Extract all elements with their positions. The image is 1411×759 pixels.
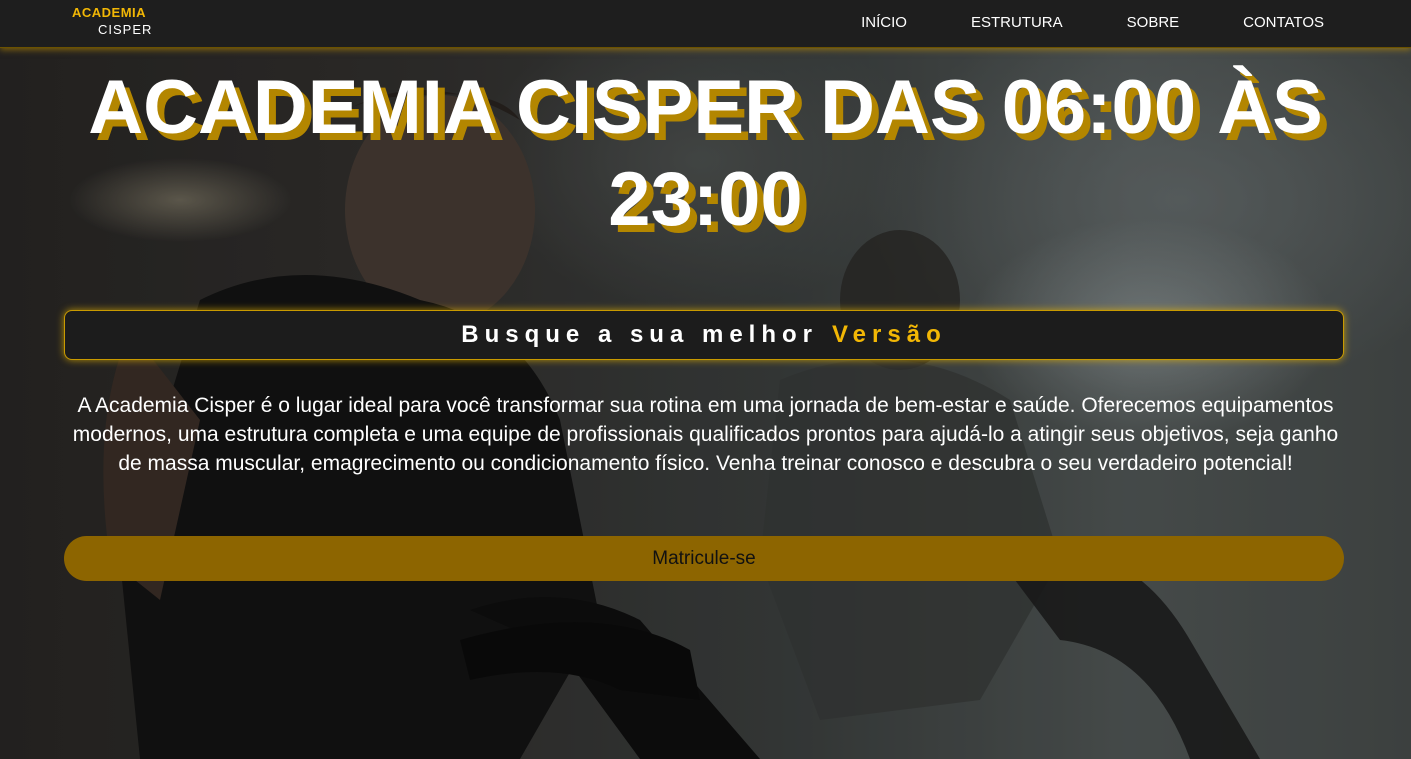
site-header: ACADEMIA CISPER INÍCIO ESTRUTURA SOBRE C… <box>0 0 1411 48</box>
page: ACADEMIA CISPER INÍCIO ESTRUTURA SOBRE C… <box>0 0 1411 759</box>
nav-item-sobre[interactable]: SOBRE <box>1127 14 1180 31</box>
nav-item-contatos[interactable]: CONTATOS <box>1243 14 1324 31</box>
hero-description: A Academia Cisper é o lugar ideal para v… <box>72 394 1339 475</box>
tagline-accent: Versão <box>832 321 947 348</box>
logo-text-top: ACADEMIA <box>72 5 147 20</box>
enroll-button[interactable]: Matricule-se <box>64 536 1344 581</box>
tagline-text: Busque a sua melhor <box>461 321 818 348</box>
main-nav: INÍCIO ESTRUTURA SOBRE CONTATOS <box>797 0 1324 44</box>
hero-title: ACADEMIA CISPER DAS 06:00 ÀS 23:00 <box>88 65 1323 242</box>
tagline-box: Busque a sua melhor Versão <box>64 310 1344 360</box>
logo-text-bottom: CISPER <box>98 22 153 37</box>
nav-item-inicio[interactable]: INÍCIO <box>861 14 907 31</box>
nav-item-estrutura[interactable]: ESTRUTURA <box>971 14 1063 31</box>
brand-logo[interactable]: ACADEMIA CISPER <box>72 6 152 36</box>
